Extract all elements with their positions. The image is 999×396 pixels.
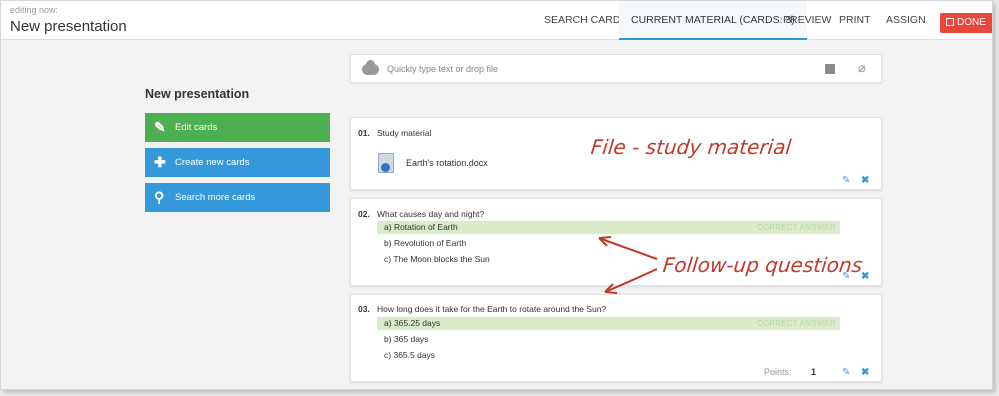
file-name[interactable]: Earth's rotation.docx	[406, 158, 488, 168]
answer-text: The Moon blocks the Sun	[393, 254, 490, 264]
answer-letter: b)	[384, 334, 392, 344]
search-more-cards-label: Search more cards	[175, 192, 256, 203]
answer-text: 365.5 days	[393, 350, 436, 360]
word-document-icon	[378, 153, 394, 173]
correct-answer-label: CORRECT ANSWER	[756, 319, 836, 328]
delete-icon[interactable]: ✖	[861, 271, 869, 282]
answer-letter: c)	[384, 254, 392, 264]
answer-letter: c)	[384, 350, 392, 360]
card-question-3: 03. How long does it take for the Earth …	[350, 294, 882, 382]
top-bar: editing now: New presentation SEARCH CAR…	[1, 1, 992, 40]
cloud-upload-icon[interactable]	[362, 60, 379, 75]
answer-b: b) 365 days	[377, 333, 840, 346]
card-number: 01.	[358, 128, 370, 138]
card-number: 03.	[358, 304, 370, 314]
done-button[interactable]: DONE	[940, 13, 992, 33]
points-label: Points:	[764, 367, 792, 377]
card-title: Study material	[377, 128, 432, 138]
app-window: editing now: New presentation SEARCH CAR…	[0, 0, 993, 390]
tab-print[interactable]: PRINT	[839, 1, 871, 40]
tab-assign[interactable]: ASSIGN	[886, 1, 926, 40]
create-new-cards-label: Create new cards	[175, 157, 250, 168]
image-icon[interactable]	[825, 64, 835, 74]
presentation-title: New presentation	[10, 18, 127, 35]
attachment-icon[interactable]: ⌀	[858, 60, 866, 76]
tab-preview[interactable]: PREVIEW	[783, 1, 831, 40]
answer-letter: a)	[384, 222, 392, 232]
points-value[interactable]: 1	[811, 367, 816, 377]
edit-cards-label: Edit cards	[175, 122, 218, 133]
editing-label: editing now:	[10, 5, 59, 15]
search-icon: ⚲	[154, 189, 165, 205]
answer-a: a) Rotation of Earth CORRECT ANSWER	[377, 221, 840, 234]
done-label: DONE	[957, 17, 986, 28]
save-icon	[946, 18, 954, 26]
edit-icon[interactable]: ✎	[842, 367, 850, 378]
search-more-cards-button[interactable]: ⚲ Search more cards	[145, 183, 330, 212]
question-text: What causes day and night?	[377, 209, 485, 219]
card-number: 02.	[358, 209, 370, 219]
answer-a: a) 365.25 days CORRECT ANSWER	[377, 317, 840, 330]
file-annotation: File - study material	[589, 135, 793, 159]
answer-b: b) Revolution of Earth	[377, 237, 840, 250]
quick-upload-bar: ⌀	[350, 54, 882, 83]
answer-text: Revolution of Earth	[393, 238, 467, 248]
followup-annotation: Follow-up questions	[661, 253, 864, 277]
quick-text-input[interactable]	[387, 55, 807, 82]
plus-icon: ✚	[154, 154, 166, 170]
pencil-icon: ✎	[154, 119, 166, 135]
tab-search-cards[interactable]: SEARCH CARDS	[544, 1, 627, 40]
answer-text: 365 days	[393, 334, 429, 344]
edit-cards-button[interactable]: ✎ Edit cards	[145, 113, 330, 142]
answer-c: c) 365.5 days	[377, 349, 840, 362]
sidebar-title: New presentation	[145, 87, 250, 101]
tab-current-material[interactable]: CURRENT MATERIAL (CARDS: 3)	[619, 1, 807, 40]
question-text: How long does it take for the Earth to r…	[377, 304, 607, 314]
answer-letter: b)	[384, 238, 392, 248]
edit-icon[interactable]: ✎	[842, 175, 850, 186]
delete-icon[interactable]: ✖	[861, 175, 869, 186]
correct-answer-label: CORRECT ANSWER	[756, 223, 836, 232]
answer-text: Rotation of Earth	[393, 222, 458, 232]
answer-letter: a)	[384, 318, 392, 328]
delete-icon[interactable]: ✖	[861, 367, 869, 378]
answer-text: 365.25 days	[393, 318, 441, 328]
create-new-cards-button[interactable]: ✚ Create new cards	[145, 148, 330, 177]
